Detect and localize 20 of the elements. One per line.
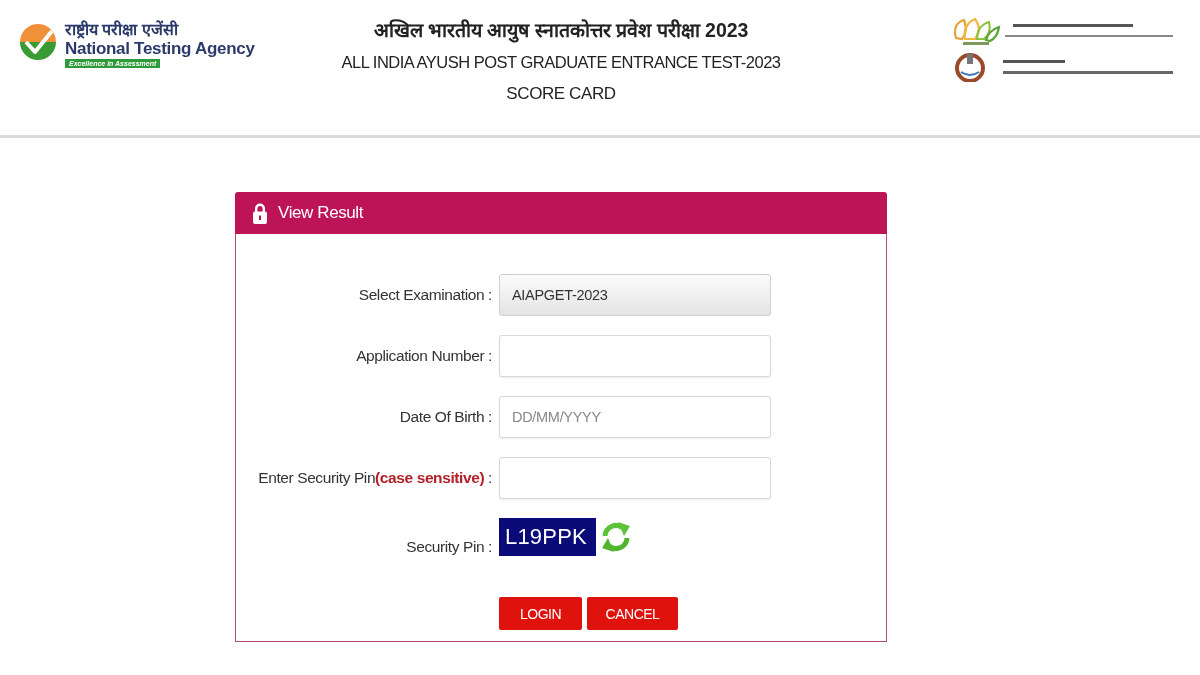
- input-field[interactable]: [499, 457, 771, 499]
- field-label: Date Of Birth :: [399, 408, 492, 426]
- field-label: Security Pin :: [406, 538, 492, 556]
- input-field[interactable]: DD/MM/YYYY: [499, 396, 771, 438]
- logo-hindi-name: राष्ट्रीय परीक्षा एजेंसी: [65, 20, 178, 39]
- input-field[interactable]: [499, 335, 771, 377]
- field-label: Select Examination :: [358, 286, 492, 304]
- page-subtitle: SCORE CARD: [506, 83, 616, 105]
- cancel-button[interactable]: CANCEL: [587, 597, 678, 630]
- lock-icon: [253, 202, 267, 224]
- login-button[interactable]: LOGIN: [499, 597, 582, 630]
- exam-title: ALL INDIA AYUSH POST GRADUATE ENTRANCE TEST-2023: [341, 52, 781, 73]
- field-label: Application Number :: [356, 347, 492, 365]
- check-logo-icon: [19, 23, 57, 61]
- field-label: Enter Security Pin(case sensitive) :: [258, 469, 492, 487]
- captcha-image: L19PPK: [499, 518, 596, 556]
- logo-name: National Testing Agency: [65, 39, 255, 58]
- panel-title: View Result: [278, 203, 364, 223]
- select-field[interactable]: AIAPGET-2023: [499, 274, 771, 316]
- hindi-title: अखिल भारतीय आयुष स्नातकोत्तर प्रवेश परीक्षा 2023: [373, 18, 749, 45]
